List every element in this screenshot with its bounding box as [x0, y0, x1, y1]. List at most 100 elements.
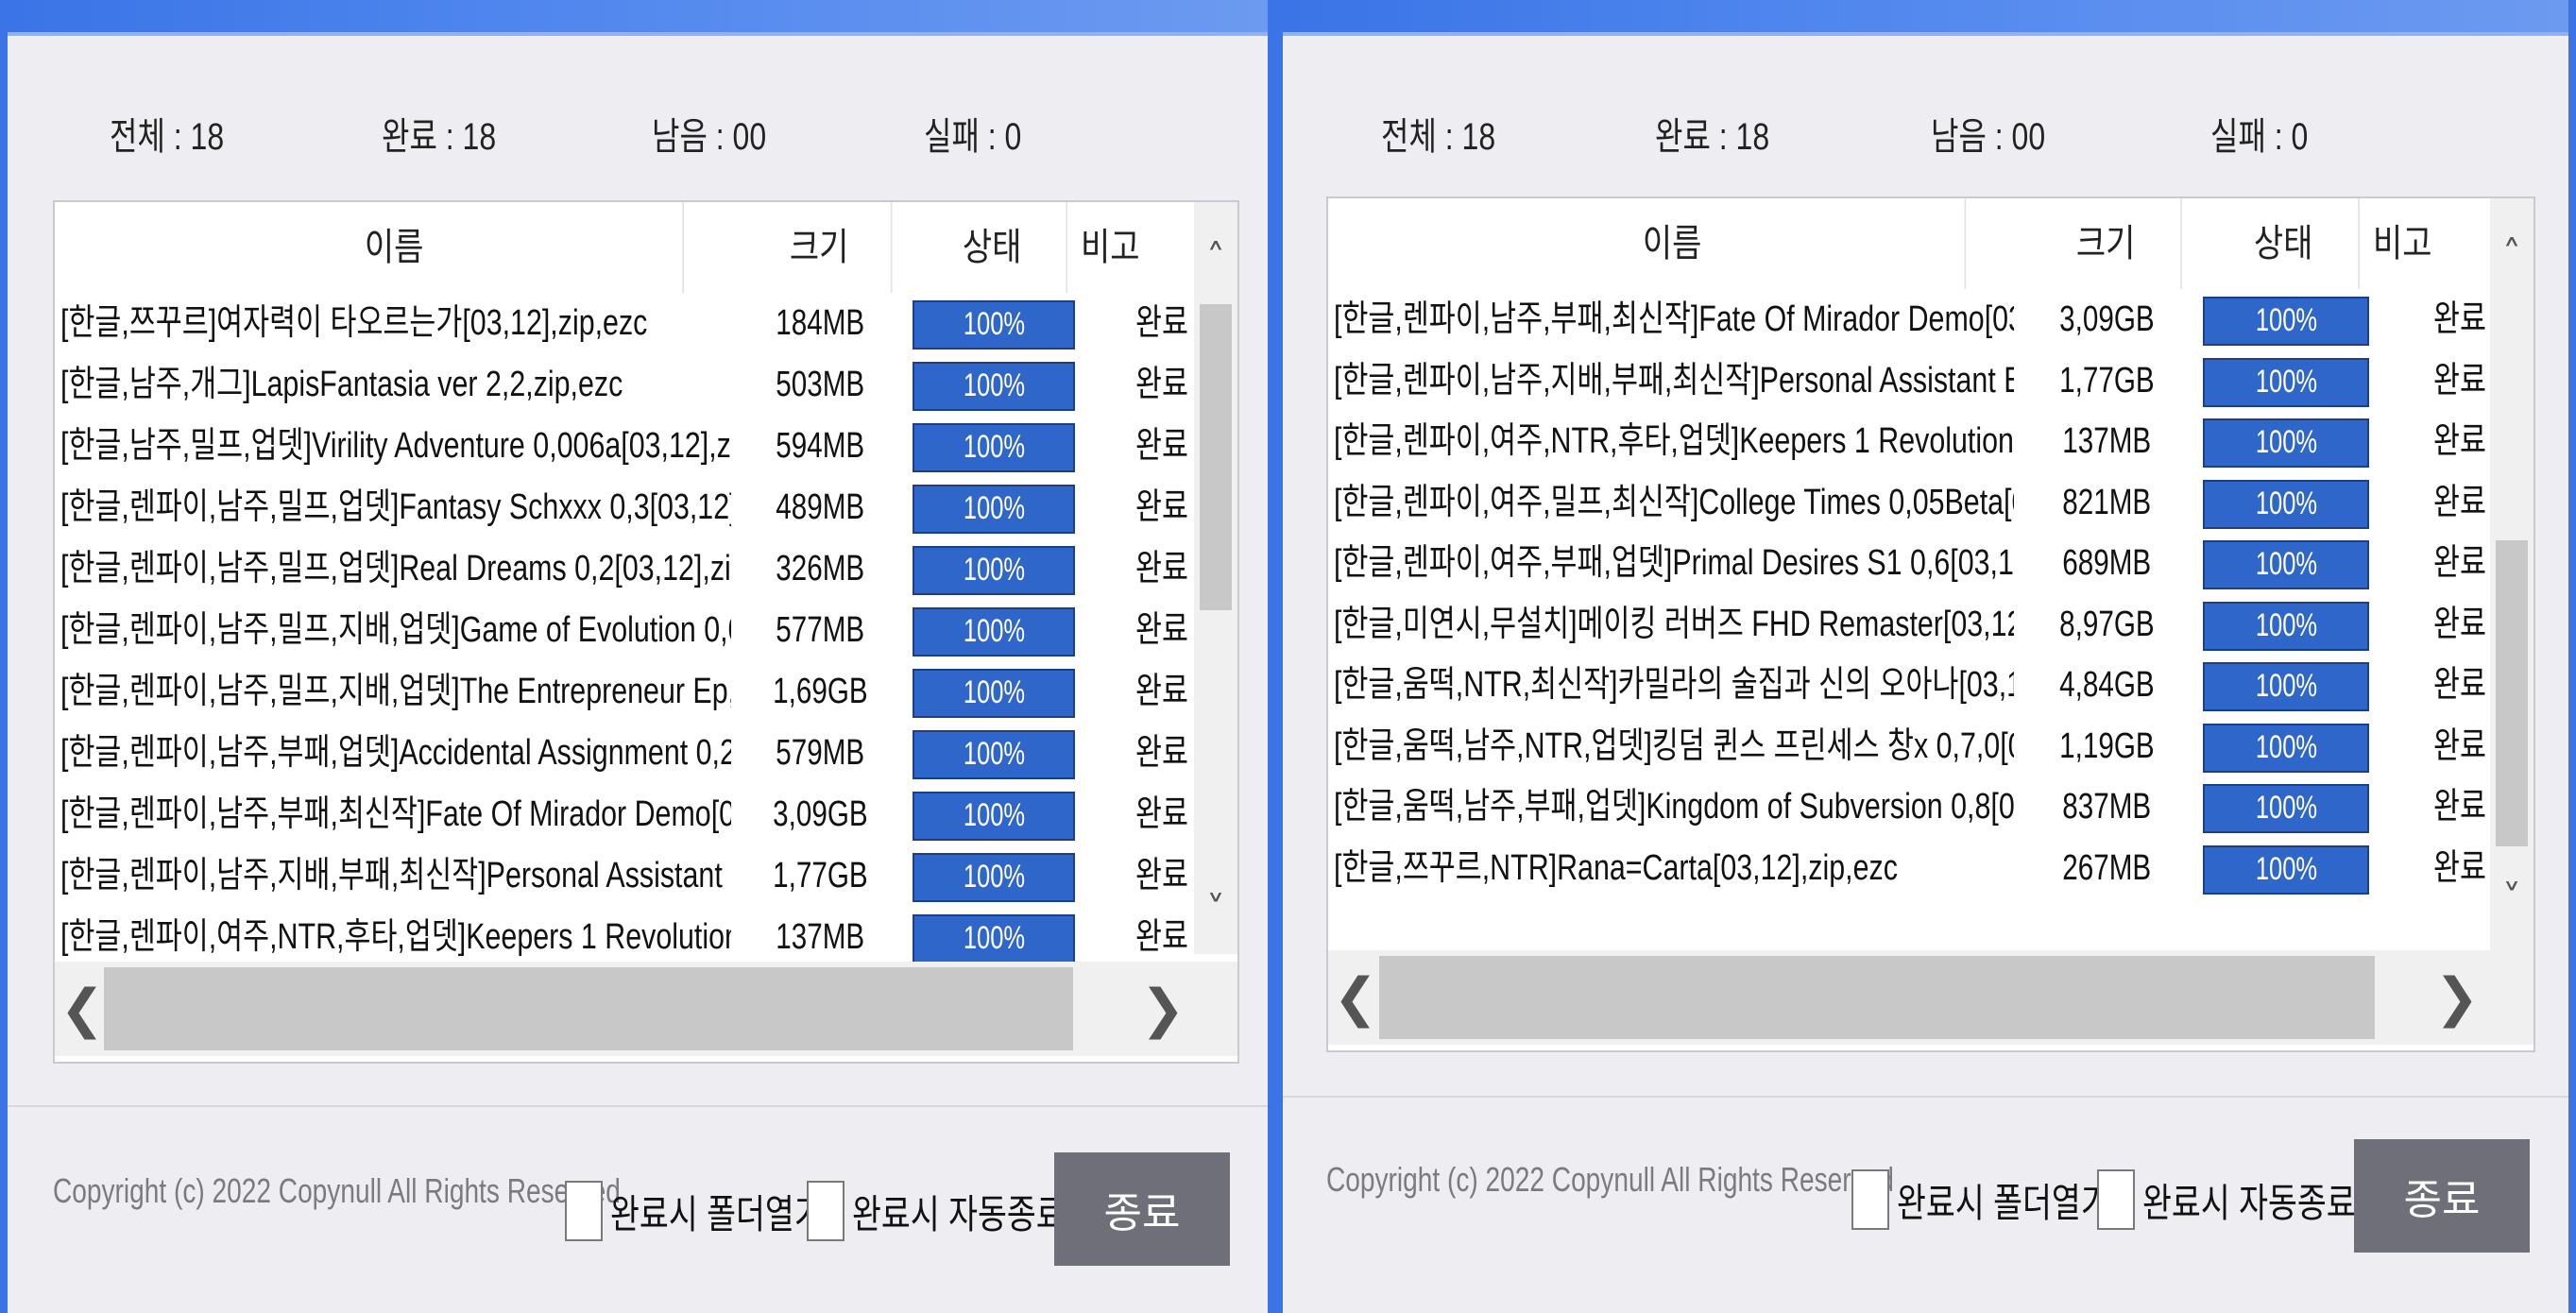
- file-name-cell: [한글,렌파이,남주,밀프,지배,업뎃]The Entrepreneur Ep,…: [60, 672, 731, 711]
- column-header-name[interactable]: 이름: [106, 202, 684, 293]
- auto-close-label[interactable]: 완료시 자동종료: [852, 1183, 1066, 1240]
- horizontal-scrollbar[interactable]: ❮ ❯: [55, 962, 1237, 1056]
- scroll-up-icon[interactable]: ˄: [1194, 230, 1237, 287]
- file-name-cell: [한글,남주,밀프,업뎃]Virility Adventure 0,006a[0…: [60, 426, 731, 466]
- horizontal-scroll-thumb[interactable]: [104, 967, 1073, 1050]
- column-header-note[interactable]: 비고: [1081, 202, 1177, 293]
- file-name-cell: [한글,쯔꾸르]여자력이 타오르는가[03,12],zip,ezc: [60, 303, 648, 343]
- file-name-cell: [한글,움떡,남주,NTR,업뎃]킹덤 퀸스 프린세스 창x 0,7,0[03,…: [1334, 725, 2014, 766]
- scroll-left-icon[interactable]: ❮: [59, 962, 106, 1056]
- title-bar[interactable]: [8, 0, 1268, 36]
- footer-divider: [8, 1105, 1268, 1107]
- note-cell: 완료: [2433, 665, 2486, 705]
- progress-bar: 100%: [913, 362, 1075, 411]
- column-header-size[interactable]: 크기: [748, 202, 893, 293]
- stat-total: 전체 : 18: [110, 116, 225, 158]
- progress-bar: 100%: [2203, 844, 2369, 895]
- vertical-scroll-thumb[interactable]: [1200, 304, 1232, 610]
- table-row[interactable]: [한글,미연시,무설치]메이킹 러버즈 FHD Remaster[03,12],…: [1328, 594, 2533, 656]
- summary-stats: 전체 : 18 완료 : 18 남음 : 00 실패 : 0: [8, 106, 1268, 162]
- table-row[interactable]: [한글,렌파이,여주,NTR,후타,업뎃]Keepers 1 Revolutio…: [55, 907, 1237, 968]
- open-folder-checkbox[interactable]: [565, 1181, 603, 1241]
- scroll-up-icon[interactable]: ˄: [2490, 227, 2533, 283]
- table-row[interactable]: [한글,렌파이,남주,부패,업뎃]Accidental Assignment 0…: [55, 723, 1237, 784]
- table-row[interactable]: [한글,렌파이,남주,지배,부패,최신작]Personal Assistant …: [55, 845, 1237, 907]
- progress-text: 100%: [2255, 850, 2317, 887]
- file-list[interactable]: 이름 크기 상태 비고 [한글,쯔꾸르]여자력이 타오르는가[03,12],zi…: [53, 200, 1239, 1064]
- table-row[interactable]: [한글,쯔꾸르]여자력이 타오르는가[03,12],zip,ezc 184MB 10…: [55, 293, 1237, 354]
- horizontal-scroll-thumb[interactable]: [1379, 956, 2375, 1039]
- stat-remain: 남음 : 00: [652, 116, 767, 158]
- table-row[interactable]: [한글,렌파이,여주,NTR,후타,업뎃]Keepers 1 Revolutio…: [1328, 411, 2533, 472]
- open-folder-label[interactable]: 완료시 폴더열기: [610, 1183, 824, 1240]
- file-name-cell: [한글,렌파이,남주,밀프,지배,업뎃]Game of Evolution 0,…: [60, 610, 731, 650]
- stat-remain: 남음 : 00: [1931, 116, 2046, 158]
- scroll-left-icon[interactable]: ❮: [1332, 950, 1379, 1045]
- table-row[interactable]: [한글,렌파이,남주,밀프,업뎃]Fantasy Schxxx 0,3[03,1…: [55, 477, 1237, 538]
- table-row[interactable]: [한글,렌파이,여주,밀프,최신작]College Times 0,05Beta…: [1328, 472, 2533, 534]
- progress-bar: 100%: [2203, 479, 2369, 529]
- progress-bar: 100%: [913, 792, 1075, 841]
- auto-close-label[interactable]: 완료시 자동종료: [2142, 1171, 2356, 1229]
- title-bar[interactable]: [1283, 0, 2568, 36]
- open-folder-label[interactable]: 완료시 폴더열기: [1897, 1171, 2110, 1229]
- file-size-cell: 326MB: [776, 549, 864, 588]
- auto-close-checkbox[interactable]: [807, 1181, 844, 1241]
- scroll-right-icon[interactable]: ❯: [1139, 962, 1186, 1056]
- file-name-cell: [한글,렌파이,여주,NTR,후타,업뎃]Keepers 1 Revolutio…: [60, 917, 731, 957]
- progress-bar: 100%: [913, 669, 1075, 718]
- close-button[interactable]: 종료: [2354, 1139, 2530, 1253]
- progress-text: 100%: [963, 613, 1025, 649]
- file-size-cell: 3,09GB: [772, 794, 868, 834]
- file-name-cell: [한글,움떡,남주,부패,업뎃]Kingdom of Subversion 0,…: [1334, 787, 2014, 827]
- progress-text: 100%: [963, 429, 1025, 465]
- note-cell: 완료: [2433, 482, 2486, 522]
- progress-bar: 100%: [2203, 297, 2369, 346]
- progress-bar: 100%: [913, 423, 1075, 472]
- table-row[interactable]: [한글,렌파이,남주,부패,최신작]Fate Of Mirador Demo[0…: [55, 784, 1237, 845]
- note-cell: 완료: [2433, 360, 2486, 401]
- table-row[interactable]: [한글,남주,밀프,업뎃]Virility Adventure 0,006a[0…: [55, 416, 1237, 477]
- note-cell: 완료: [1135, 917, 1188, 957]
- table-row[interactable]: [한글,렌파이,남주,부패,최신작]Fate Of Mirador Demo[0…: [1328, 289, 2533, 350]
- list-rows: [한글,렌파이,남주,부패,최신작]Fate Of Mirador Demo[0…: [1328, 289, 2533, 1050]
- note-cell: 완료: [1135, 794, 1188, 834]
- table-row[interactable]: [한글,움떡,남주,부패,업뎃]Kingdom of Subversion 0,…: [1328, 776, 2533, 838]
- table-row[interactable]: [한글,렌파이,남주,밀프,지배,업뎃]Game of Evolution 0,…: [55, 600, 1237, 661]
- scroll-right-icon[interactable]: ❯: [2433, 950, 2481, 1045]
- table-row[interactable]: [한글,쯔꾸르,NTR]Rana=Carta[03,12],zip,ezc 267…: [1328, 838, 2533, 899]
- scroll-down-icon[interactable]: ˅: [2490, 871, 2533, 928]
- note-cell: 완료: [1135, 856, 1188, 895]
- file-list[interactable]: 이름 크기 상태 비고 [한글,렌파이,남주,부패,최신작]Fate Of Mi…: [1326, 196, 2535, 1052]
- file-name-cell: [한글,움떡,NTR,최신작]카밀라의 술집과 신의 오아나[03,12],zi…: [1334, 665, 2014, 705]
- table-row[interactable]: [한글,렌파이,남주,밀프,지배,업뎃]The Entrepreneur Ep,…: [55, 661, 1237, 723]
- table-row[interactable]: [한글,렌파이,여주,부패,업뎃]Primal Desires S1 0,6[0…: [1328, 533, 2533, 594]
- scroll-down-icon[interactable]: ˅: [1194, 882, 1237, 939]
- file-size-cell: 689MB: [2062, 543, 2151, 583]
- vertical-scrollbar[interactable]: ˄ ˅: [1194, 202, 1237, 954]
- table-row[interactable]: [한글,남주,개그]LapisFantasia ver 2,2,zip,ezc 5…: [55, 354, 1237, 416]
- column-header-status[interactable]: 상태: [2209, 198, 2360, 289]
- column-header-status[interactable]: 상태: [918, 202, 1068, 293]
- column-header-name[interactable]: 이름: [1380, 198, 1967, 289]
- list-header: 이름 크기 상태 비고: [55, 202, 1237, 293]
- vertical-scroll-thumb[interactable]: [2496, 540, 2528, 846]
- column-header-size[interactable]: 크기: [2031, 198, 2182, 289]
- file-size-cell: 137MB: [2062, 421, 2151, 461]
- file-size-cell: 489MB: [776, 487, 864, 527]
- open-folder-checkbox[interactable]: [1851, 1169, 1889, 1230]
- auto-close-checkbox[interactable]: [2097, 1169, 2135, 1230]
- horizontal-scrollbar[interactable]: ❮ ❯: [1328, 950, 2533, 1045]
- vertical-scrollbar[interactable]: ˄ ˅: [2490, 198, 2533, 950]
- table-row[interactable]: [한글,움떡,NTR,최신작]카밀라의 술집과 신의 오아나[03,12],zi…: [1328, 655, 2533, 716]
- table-row[interactable]: [한글,렌파이,남주,지배,부패,최신작]Personal Assistant …: [1328, 350, 2533, 412]
- table-row[interactable]: [한글,움떡,남주,NTR,업뎃]킹덤 퀸스 프린세스 창x 0,7,0[03,…: [1328, 716, 2533, 777]
- progress-bar: 100%: [913, 485, 1075, 534]
- column-header-note[interactable]: 비고: [2373, 198, 2472, 289]
- note-cell: 완료: [2433, 299, 2486, 339]
- close-button[interactable]: 종료: [1054, 1152, 1230, 1266]
- file-name-cell: [한글,렌파이,남주,밀프,업뎃]Fantasy Schxxx 0,3[03,1…: [60, 487, 731, 527]
- progress-text: 100%: [963, 367, 1025, 403]
- note-cell: 완료: [1135, 365, 1188, 404]
- table-row[interactable]: [한글,렌파이,남주,밀프,업뎃]Real Dreams 0,2[03,12],…: [55, 538, 1237, 600]
